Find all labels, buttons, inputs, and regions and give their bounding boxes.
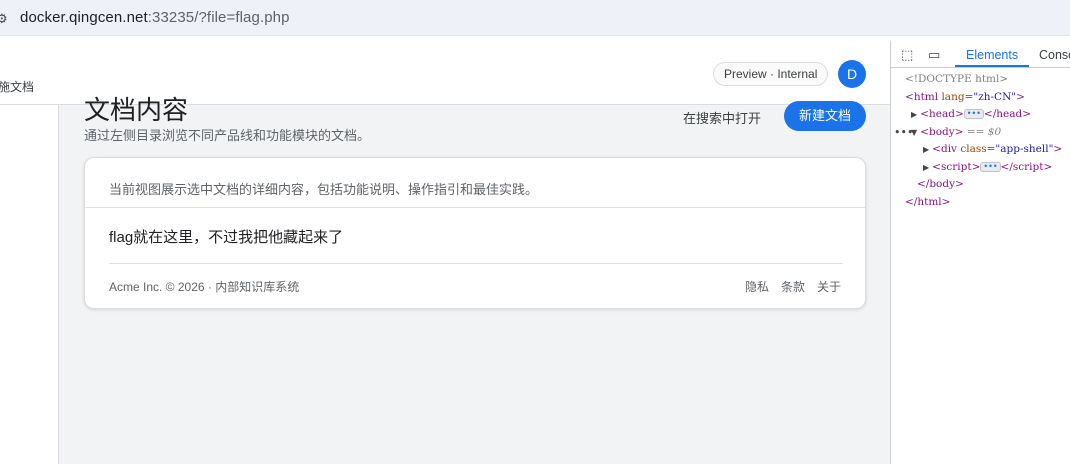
site-info-icon[interactable]: ⚙ — [0, 11, 8, 27]
open-in-search-link[interactable]: 在搜索中打开 — [683, 108, 761, 127]
page-subtitle: 通过左侧目录浏览不同产品线和功能模块的文档。 — [84, 128, 371, 143]
collapsed-content-icon[interactable]: ••• — [963, 109, 984, 119]
divider — [85, 207, 865, 208]
footer-links: 隐私 条款 关于 — [745, 278, 841, 295]
dom-node-head[interactable]: ▶ <head> ••• </head> — [911, 106, 1031, 124]
expand-triangle-icon[interactable]: ▶ — [911, 110, 917, 119]
browser-address-bar[interactable]: ⚙ docker.qingcen.net:33235/?file=flag.ph… — [0, 0, 1070, 36]
div-tag-name: div — [940, 143, 957, 155]
devtools-tabbar: ⬚ ▭ Elements Console — [891, 41, 1070, 68]
footer-link-privacy[interactable]: 隐私 — [745, 278, 769, 295]
url-path: :33235/?file=flag.php — [147, 9, 290, 26]
url-host: docker.qingcen.net — [20, 9, 148, 26]
inspect-element-icon[interactable]: ⬚ — [901, 47, 913, 63]
html-attr-value: "zh-CN" — [973, 90, 1017, 103]
dom-node-html-close[interactable]: </html> — [905, 194, 950, 212]
url-text[interactable]: docker.qingcen.net:33235/?file=flag.php — [20, 9, 290, 26]
dom-node-body-close[interactable]: </body> — [917, 176, 964, 194]
sidebar-nav — [0, 105, 59, 464]
div-attr-value: "app-shell" — [995, 143, 1054, 155]
tab-elements[interactable]: Elements — [966, 48, 1018, 62]
head-close-tag-name: head — [996, 108, 1023, 120]
script-close-tag-name: script — [1012, 160, 1044, 173]
card-description: 当前视图展示选中文档的详细内容，包括功能说明、操作指引和最佳实践。 — [109, 182, 539, 197]
html-attr-name: lang — [941, 90, 965, 103]
devtools-panel: ⬚ ▭ Elements Console <!DOCTYPE html> <ht… — [890, 41, 1070, 464]
dom-node-script[interactable]: ▶ <script> ••• </script> — [923, 159, 1052, 177]
divider — [109, 263, 843, 264]
footer-link-terms[interactable]: 条款 — [781, 278, 805, 295]
dom-node-body[interactable]: ••• ▼ <body> == $0 — [891, 124, 1001, 142]
document-card: 当前视图展示选中文档的详细内容，包括功能说明、操作指引和最佳实践。 flag就在… — [84, 157, 866, 309]
dom-node-doctype[interactable]: <!DOCTYPE html> — [905, 71, 1008, 89]
active-tab-indicator — [955, 65, 1029, 67]
footer-link-about[interactable]: 关于 — [817, 278, 841, 295]
environment-badge: Preview · Internal — [713, 62, 829, 86]
user-avatar[interactable]: D — [838, 60, 866, 88]
body-tag-name: body — [928, 125, 955, 138]
device-toolbar-icon[interactable]: ▭ — [928, 47, 940, 63]
tab-console[interactable]: Console — [1039, 48, 1070, 62]
more-options-icon[interactable]: ••• — [894, 124, 913, 142]
selected-node-ref: == $0 — [966, 125, 1002, 138]
dom-node-div[interactable]: ▶ <div class="app-shell"> — [923, 141, 1062, 159]
new-document-button[interactable]: 新建文档 — [784, 101, 866, 131]
app-breadcrumb[interactable]: 施文档 — [0, 78, 34, 95]
script-tag-name: script — [940, 160, 972, 173]
div-attr-name: class — [960, 143, 987, 155]
footer-copyright: Acme Inc. © 2026 · 内部知识库系统 — [109, 280, 300, 294]
dom-node-html[interactable]: <html lang="zh-CN"> — [905, 89, 1025, 107]
expand-triangle-icon[interactable]: ▶ — [923, 145, 929, 154]
head-tag-name: head — [928, 108, 955, 120]
page-title: 文档内容 — [84, 95, 189, 125]
document-body-text: flag就在这里，不过我把他藏起来了 — [109, 229, 344, 246]
collapsed-content-icon[interactable]: ••• — [980, 161, 1001, 172]
expand-triangle-icon[interactable]: ▶ — [923, 163, 929, 172]
html-tag-name: html — [913, 90, 939, 103]
